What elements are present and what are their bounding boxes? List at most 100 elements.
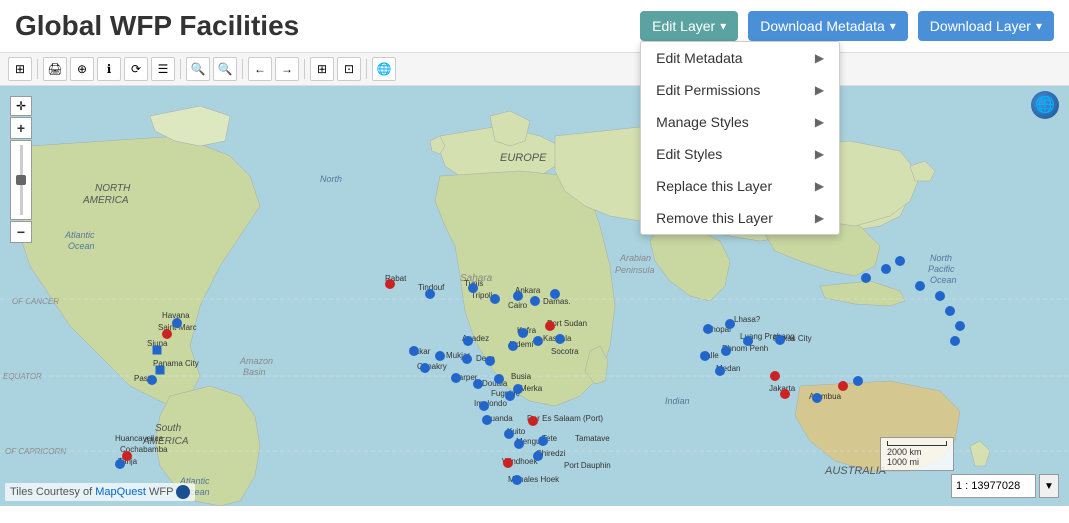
edit-metadata-item[interactable]: Edit Metadata ▶ — [641, 42, 839, 74]
facility-marker[interactable] — [479, 401, 489, 411]
facility-marker[interactable] — [853, 376, 863, 386]
facility-marker[interactable] — [528, 416, 538, 426]
download-metadata-button[interactable]: Download Metadata — [748, 11, 908, 41]
facility-marker[interactable] — [385, 279, 395, 289]
facility-marker[interactable] — [533, 336, 543, 346]
zoom-pan-btn[interactable]: ✛ — [10, 96, 32, 116]
facility-marker[interactable] — [156, 366, 165, 375]
replace-layer-item[interactable]: Replace this Layer ▶ — [641, 170, 839, 202]
facility-marker[interactable] — [420, 363, 430, 373]
facility-marker[interactable] — [147, 375, 157, 385]
download-metadata-dropdown[interactable]: Download Metadata — [748, 11, 908, 41]
facility-marker[interactable] — [518, 328, 528, 338]
facility-marker[interactable] — [505, 391, 515, 401]
edit-layer-button[interactable]: Edit Layer — [640, 11, 738, 41]
edit-permissions-item[interactable]: Edit Permissions ▶ — [641, 74, 839, 106]
facility-marker[interactable] — [950, 336, 960, 346]
toolbar-back-btn[interactable]: ← — [248, 57, 272, 81]
facility-marker[interactable] — [915, 281, 925, 291]
facility-marker[interactable] — [545, 321, 555, 331]
facility-marker[interactable] — [162, 329, 172, 339]
zoom-in-btn[interactable]: + — [10, 117, 32, 139]
facility-marker[interactable] — [555, 334, 565, 344]
toolbar-search-btn[interactable]: 🔍 — [186, 57, 210, 81]
facility-marker[interactable] — [530, 296, 540, 306]
facility-marker[interactable] — [482, 415, 492, 425]
facility-marker[interactable] — [780, 389, 790, 399]
download-layer-button[interactable]: Download Layer — [918, 11, 1054, 41]
toolbar-menu-btn[interactable]: ☰ — [151, 57, 175, 81]
edit-styles-item[interactable]: Edit Styles ▶ — [641, 138, 839, 170]
manage-styles-arrow: ▶ — [815, 115, 824, 129]
toolbar-print-btn[interactable]: 🖨 — [43, 57, 67, 81]
toolbar-refresh-btn[interactable]: ⟳ — [124, 57, 148, 81]
facility-marker[interactable] — [955, 321, 965, 331]
facility-marker[interactable] — [504, 429, 514, 439]
facility-marker[interactable] — [721, 346, 731, 356]
facility-marker[interactable] — [700, 351, 710, 361]
facility-marker[interactable] — [425, 289, 435, 299]
zoom-level-arrow[interactable]: ▼ — [1039, 474, 1059, 498]
map-container[interactable]: NORTH AMERICA Atlantic Ocean EUROPE Nort… — [0, 86, 1069, 506]
facility-marker[interactable] — [514, 439, 524, 449]
zoom-level-input[interactable] — [951, 474, 1036, 498]
zoom-slider[interactable] — [10, 140, 32, 220]
facility-marker[interactable] — [462, 354, 472, 364]
toolbar-info-btn[interactable]: ℹ — [97, 57, 121, 81]
toolbar-zoom-extent-btn[interactable]: ⊕ — [70, 57, 94, 81]
toolbar-forward-btn[interactable]: → — [275, 57, 299, 81]
facility-marker[interactable] — [485, 356, 495, 366]
svg-text:Ocean: Ocean — [930, 275, 957, 285]
facility-marker[interactable] — [468, 283, 478, 293]
facility-marker[interactable] — [861, 273, 871, 283]
facility-marker[interactable] — [508, 341, 518, 351]
manage-styles-item[interactable]: Manage Styles ▶ — [641, 106, 839, 138]
facility-marker[interactable] — [513, 291, 523, 301]
facility-marker[interactable] — [494, 374, 504, 384]
facility-marker[interactable] — [513, 384, 523, 394]
facility-marker[interactable] — [153, 346, 162, 355]
facility-marker[interactable] — [770, 371, 780, 381]
facility-marker[interactable] — [409, 346, 419, 356]
zoom-out-btn[interactable]: − — [10, 221, 32, 243]
facility-marker[interactable] — [435, 351, 445, 361]
toolbar-grid-btn[interactable]: ⊞ — [310, 57, 334, 81]
facility-marker[interactable] — [451, 373, 461, 383]
facility-marker[interactable] — [725, 319, 735, 329]
facility-marker[interactable] — [715, 366, 725, 376]
svg-text:Merka: Merka — [520, 384, 543, 393]
edit-permissions-arrow: ▶ — [815, 83, 824, 97]
facility-marker[interactable] — [512, 475, 522, 485]
facility-marker[interactable] — [473, 379, 483, 389]
edit-layer-dropdown[interactable]: Edit Layer Edit Metadata ▶ Edit Permissi… — [640, 11, 738, 41]
facility-marker[interactable] — [115, 459, 125, 469]
facility-marker[interactable] — [945, 306, 955, 316]
svg-text:Dar Es Salaam (Port): Dar Es Salaam (Port) — [527, 414, 603, 423]
facility-marker[interactable] — [463, 336, 473, 346]
download-layer-dropdown[interactable]: Download Layer — [918, 11, 1054, 41]
facility-marker[interactable] — [533, 451, 543, 461]
facility-marker[interactable] — [743, 336, 753, 346]
edit-metadata-label: Edit Metadata — [656, 50, 742, 66]
facility-marker[interactable] — [172, 318, 182, 328]
facility-marker[interactable] — [895, 256, 905, 266]
toolbar-select-btn[interactable]: ⊡ — [337, 57, 361, 81]
facility-marker[interactable] — [838, 381, 848, 391]
globe-icon[interactable]: 🌐 — [1031, 91, 1059, 119]
toolbar-layers-btn[interactable]: ⊞ — [8, 57, 32, 81]
facility-marker[interactable] — [881, 264, 891, 274]
toolbar-zoom-out-btn[interactable]: 🔍 — [213, 57, 237, 81]
facility-marker[interactable] — [490, 294, 500, 304]
toolbar-globe-btn[interactable]: 🌐 — [372, 57, 396, 81]
facility-marker[interactable] — [538, 436, 548, 446]
facility-marker[interactable] — [503, 458, 513, 468]
facility-marker[interactable] — [703, 324, 713, 334]
facility-marker[interactable] — [550, 289, 560, 299]
attribution-link[interactable]: MapQuest — [95, 486, 146, 498]
facility-marker[interactable] — [935, 291, 945, 301]
svg-text:North: North — [320, 174, 342, 184]
facility-marker[interactable] — [775, 335, 785, 345]
svg-text:AMERICA: AMERICA — [82, 195, 129, 206]
remove-layer-item[interactable]: Remove this Layer ▶ — [641, 202, 839, 234]
facility-marker[interactable] — [812, 393, 822, 403]
